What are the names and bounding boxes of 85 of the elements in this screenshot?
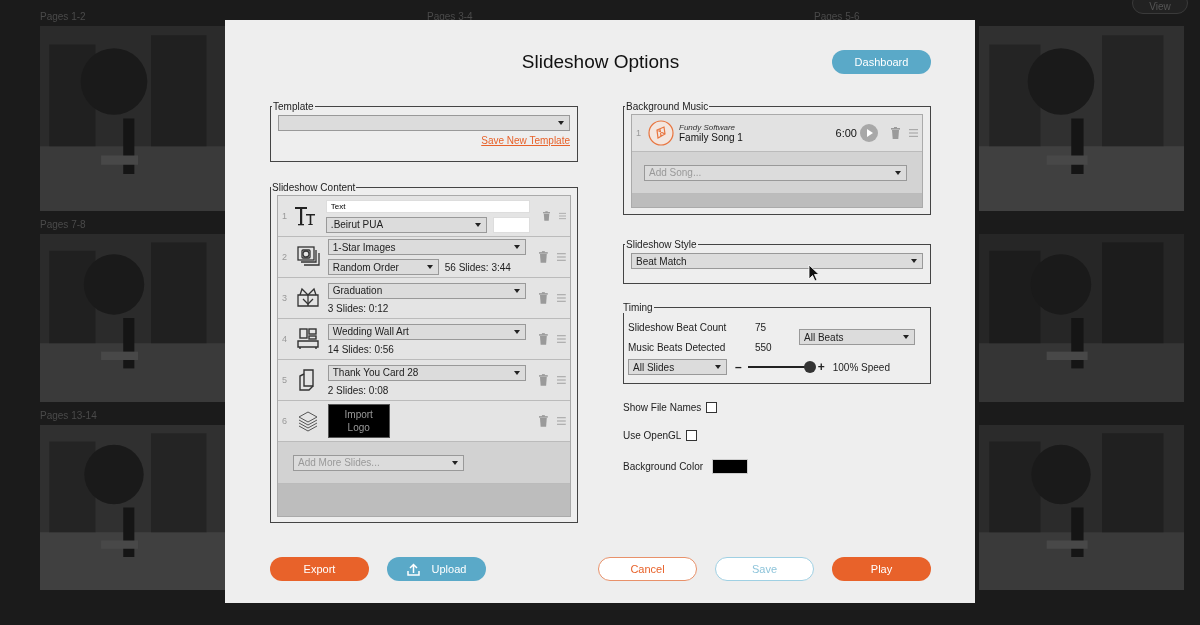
group-label: Background Music [625, 101, 710, 112]
slide-row[interactable]: 5 Thank You Card 28 2 Slides: 0:08 [278, 360, 570, 401]
slide-row[interactable]: 4 Wedding Wall Art 14 Slides: 0:56 [278, 319, 570, 360]
drag-handle-icon [557, 376, 566, 384]
group-label: Timing [622, 302, 654, 313]
text-field[interactable]: Text [325, 199, 530, 213]
song-duration: 6:00 [835, 127, 857, 139]
order-dropdown[interactable]: Random Order [327, 259, 439, 275]
slide-row[interactable]: 1 Text .Beirut PUA [278, 196, 570, 237]
stack-icon [295, 245, 320, 269]
book-icon [295, 286, 320, 310]
row-number: 3 [282, 293, 288, 303]
caret-icon [558, 121, 564, 125]
slides-dropdown[interactable]: All Slides [628, 359, 727, 375]
stat-label: Slideshow Beat Count [628, 321, 728, 333]
group-label: Template [272, 101, 315, 112]
caret-icon [514, 245, 521, 249]
row-number: 6 [282, 416, 288, 426]
row-number: 2 [282, 252, 288, 262]
stat-value: 550 [755, 341, 773, 353]
caret-icon [895, 170, 901, 175]
template-dropdown[interactable]: Graduation [327, 282, 527, 299]
trash-icon [891, 127, 900, 139]
template-dropdown[interactable]: Thank You Card 28 [327, 364, 527, 381]
caret-icon [911, 259, 917, 263]
song-artist: Fundy Software [679, 123, 737, 132]
caret-icon [475, 222, 482, 227]
drag-handle-icon [557, 253, 566, 261]
increase-button[interactable]: + [817, 360, 825, 374]
caret-icon [514, 329, 521, 334]
trash-icon [539, 251, 549, 263]
option-label: Use OpenGL [623, 430, 682, 441]
row-number: 5 [282, 375, 288, 385]
group-label: Slideshow Content [271, 182, 357, 193]
speed-reading: 100% Speed [832, 361, 890, 373]
option-label: Show File Names [623, 402, 702, 413]
caret-icon [452, 460, 458, 465]
style-dropdown[interactable]: Beat Match [631, 253, 923, 269]
color-swatch[interactable] [493, 216, 530, 233]
stat-value: 75 [755, 321, 768, 333]
row-number: 1 [636, 128, 642, 138]
color-swatch[interactable] [712, 459, 749, 474]
trash-icon [539, 374, 549, 386]
drag-handle-icon [557, 417, 566, 425]
trash-icon [539, 415, 549, 427]
row-number: 4 [282, 334, 288, 344]
slide-count: 56 Slides: 3:44 [444, 261, 511, 273]
beats-dropdown[interactable]: All Beats [799, 329, 915, 345]
caret-icon [514, 370, 521, 375]
template-dropdown[interactable]: Wedding Wall Art [327, 323, 527, 340]
caret-icon [903, 335, 909, 339]
slide-row[interactable]: 2 1-Star Images Random Order 56 Slides: 3:44 [278, 237, 570, 278]
drag-handle-icon [557, 294, 566, 302]
drag-handle-icon [557, 335, 566, 343]
font-dropdown[interactable]: .Beirut PUA [325, 216, 488, 233]
group-label: Slideshow Style [625, 239, 698, 250]
drag-handle-icon [558, 212, 566, 220]
stat-label: Music Beats Detected [628, 341, 727, 353]
checkbox[interactable] [706, 402, 718, 413]
slide-count: 3 Slides: 0:12 [327, 302, 390, 314]
upload-icon [406, 562, 420, 576]
trash-icon [542, 210, 550, 222]
checkbox[interactable] [686, 430, 698, 441]
slider-thumb[interactable] [803, 361, 816, 373]
decrease-button[interactable]: – [735, 360, 742, 374]
image-source-dropdown[interactable]: 1-Star Images [327, 239, 527, 255]
cursor-icon [808, 264, 820, 282]
caret-icon [426, 265, 433, 269]
text-icon [293, 204, 318, 228]
caret-icon [715, 365, 721, 369]
slide-count: 2 Slides: 0:08 [327, 384, 390, 396]
speed-slider[interactable] [747, 361, 816, 373]
caret-icon [514, 288, 521, 293]
trash-icon [539, 333, 549, 345]
import-logo-button[interactable]: Import Logo [327, 404, 390, 438]
row-number: 1 [282, 211, 288, 221]
frames-icon [295, 327, 320, 351]
trash-icon [539, 292, 549, 304]
drag-handle-icon [909, 129, 918, 137]
cancel-button[interactable]: Cancel [598, 557, 697, 581]
slide-count: 14 Slides: 0:56 [327, 343, 395, 355]
slide-row[interactable]: 3 Graduation 3 Slides: 0:12 [278, 278, 570, 319]
option-label: Background Color [623, 461, 704, 472]
song-title: Family Song 1 [679, 132, 744, 143]
dialog-title: Slideshow Options [521, 51, 680, 73]
